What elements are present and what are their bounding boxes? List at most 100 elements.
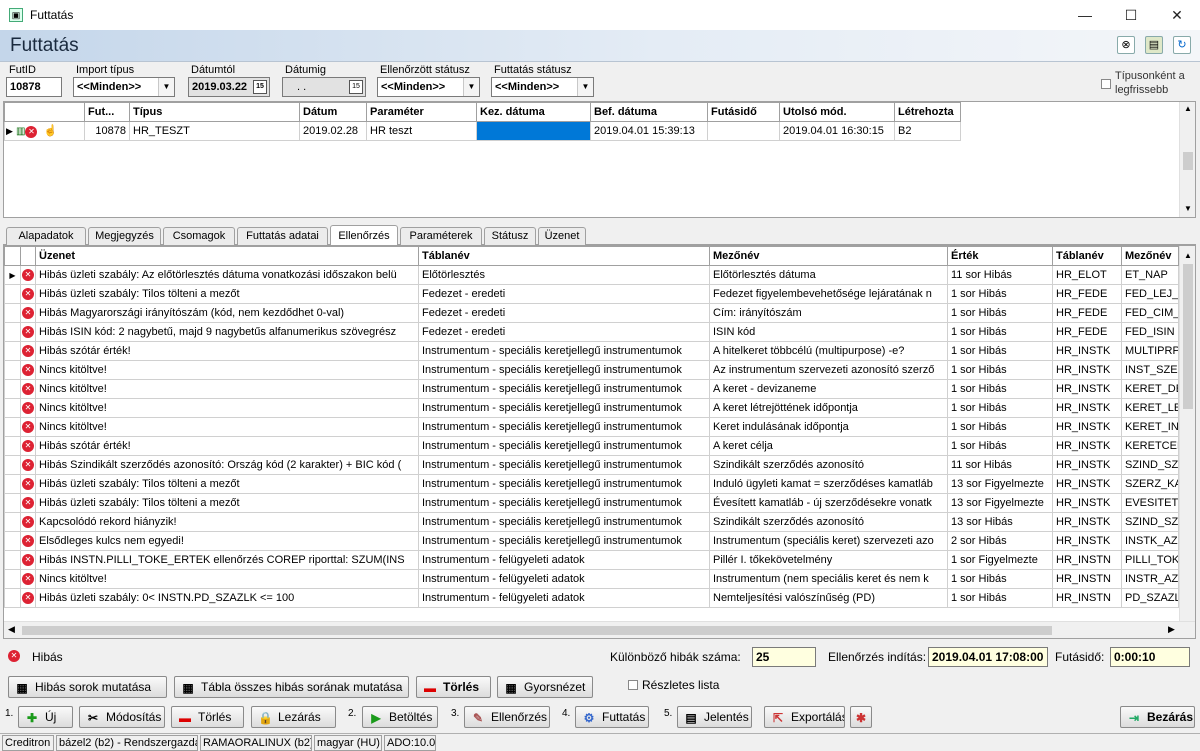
column-header[interactable]: Kez. dátuma (476, 102, 591, 122)
column-header[interactable]: Mezőnév (1121, 246, 1179, 266)
tab-statusz[interactable]: Státusz (484, 227, 536, 245)
table-row[interactable]: ✕ Hibás ISIN kód: 2 nagybetű, majd 9 nagy… (4, 322, 1179, 342)
load-button[interactable]: ▶ Betöltés (362, 706, 438, 728)
selected-cell[interactable] (476, 121, 591, 141)
vertical-scrollbar[interactable]: ▲ (1179, 246, 1195, 621)
report-button[interactable]: ▤ Jelentés (677, 706, 752, 728)
row-selector[interactable] (4, 379, 21, 399)
close-button[interactable]: ✕ (1154, 0, 1200, 30)
scroll-up-icon[interactable]: ▲ (1184, 104, 1192, 113)
table-row[interactable]: ✕ Nincs kitöltve! Instrumentum - speciális… (4, 398, 1179, 418)
row-selector[interactable] (4, 417, 21, 437)
column-header[interactable]: Típus (129, 102, 300, 122)
tab-csomagok[interactable]: Csomagok (163, 227, 235, 245)
scroll-thumb[interactable] (1183, 264, 1193, 409)
row-selector[interactable] (4, 303, 21, 323)
tab-futtatas-adatai[interactable]: Futtatás adatai (237, 227, 328, 245)
column-header[interactable]: Mezőnév (709, 246, 948, 266)
column-header[interactable]: Utolsó mód. (779, 102, 895, 122)
row-selector[interactable] (4, 284, 21, 304)
horizontal-scrollbar[interactable]: ◀ ▶ (4, 621, 1195, 638)
scroll-left-icon[interactable]: ◀ (8, 624, 15, 635)
scroll-right-icon[interactable]: ▶ (1168, 624, 1175, 635)
maximize-button[interactable]: ☐ (1108, 0, 1154, 30)
tab-parameterek[interactable]: Paraméterek (400, 227, 482, 245)
table-row[interactable]: ✕ Kapcsolódó rekord hiányzik! Instrumentum… (4, 512, 1179, 532)
futid-input[interactable]: 10878 (6, 77, 62, 97)
calendar-icon[interactable]: 15 (253, 80, 267, 94)
check-button[interactable]: ✎ Ellenőrzés (464, 706, 550, 728)
table-row[interactable]: ▶ ▥ ✕ ☝ 10878 HR_TESZT 2019.02.28 HR tesz… (4, 121, 961, 141)
row-selector[interactable] (4, 531, 21, 551)
tab-alapadatok[interactable]: Alapadatok (6, 227, 86, 245)
row-selector[interactable] (4, 436, 21, 456)
reszletes-checkbox[interactable] (628, 680, 638, 690)
delete-button[interactable]: ▬ Törlés (171, 706, 244, 728)
row-selector[interactable]: ▶ (4, 265, 21, 285)
column-header[interactable]: Paraméter (366, 102, 477, 122)
tab-uzenet[interactable]: Üzenet (538, 227, 586, 245)
column-header[interactable]: Bef. dátuma (590, 102, 708, 122)
table-row[interactable]: ✕ Hibás üzleti szabály: 0< INSTN.PD_SZAZL… (4, 588, 1179, 608)
torles-button[interactable]: ▬ Törlés (416, 676, 491, 698)
scroll-thumb[interactable] (22, 626, 1052, 635)
row-selector[interactable] (4, 341, 21, 361)
modify-button[interactable]: ✂ Módosítás (79, 706, 165, 728)
column-header[interactable]: Üzenet (35, 246, 419, 266)
vertical-scrollbar[interactable]: ▲ ▼ (1179, 102, 1195, 217)
tab-ellenorzes[interactable]: Ellenőrzés (330, 225, 398, 246)
table-row[interactable]: ✕ Nincs kitöltve! Instrumentum - felügyele… (4, 569, 1179, 589)
row-selector[interactable] (4, 398, 21, 418)
table-row[interactable]: ✕ Nincs kitöltve! Instrumentum - speciális… (4, 360, 1179, 380)
table-row[interactable]: ✕ Hibás szótár érték! Instrumentum - speci… (4, 436, 1179, 456)
clipboard-icon[interactable]: ▤ (1145, 36, 1163, 54)
table-row[interactable]: ✕ Hibás üzleti szabály: Tilos tölteni a m… (4, 493, 1179, 513)
print-icon[interactable]: ⊗ (1117, 36, 1135, 54)
new-button[interactable]: ✚ Új (18, 706, 73, 728)
table-row[interactable]: ✕ Nincs kitöltve! Instrumentum - speciális… (4, 379, 1179, 399)
row-selector[interactable] (4, 474, 21, 494)
import-tipus-select[interactable]: <<Minden>> ▼ (73, 77, 175, 97)
column-header[interactable]: Táblanév (1052, 246, 1122, 266)
table-row[interactable]: ✕ Hibás Szindikált szerződés azonosító: O… (4, 455, 1179, 475)
table-row[interactable]: ✕ Hibás üzleti szabály: Tilos tölteni a m… (4, 474, 1179, 494)
scroll-thumb[interactable] (1183, 152, 1193, 170)
column-header[interactable]: Létrehozta (894, 102, 961, 122)
close-run-button[interactable]: 🔒 Lezárás (251, 706, 336, 728)
calendar-icon[interactable]: 15 (349, 80, 363, 94)
column-header[interactable]: Futásidő (707, 102, 780, 122)
ellenorzott-select[interactable]: <<Minden>> ▼ (377, 77, 480, 97)
table-row[interactable]: ▶ ✕ Hibás üzleti szabály: Az előtörlesztés… (4, 265, 1179, 285)
hibas-sorok-button[interactable]: ▦ Hibás sorok mutatása (8, 676, 167, 698)
tabla-osszes-button[interactable]: ▦ Tábla összes hibás sorának mutatása (174, 676, 409, 698)
row-selector[interactable] (4, 493, 21, 513)
gyorsnezet-button[interactable]: ▦ Gyorsnézet (497, 676, 593, 698)
row-selector[interactable] (4, 360, 21, 380)
row-selector[interactable] (4, 569, 21, 589)
table-row[interactable]: ✕ Elsődleges kulcs nem egyedi! Instrumentu… (4, 531, 1179, 551)
row-selector[interactable] (4, 550, 21, 570)
row-selector[interactable] (4, 455, 21, 475)
row-selector[interactable] (4, 588, 21, 608)
table-row[interactable]: ✕ Hibás üzleti szabály: Tilos tölteni a m… (4, 284, 1179, 304)
tab-megjegyzes[interactable]: Megjegyzés (88, 227, 161, 245)
bug-button[interactable]: ✱ (850, 706, 872, 728)
tipusonkent-checkbox[interactable] (1101, 79, 1111, 89)
datumtol-input[interactable]: 2019.03.22 15 (188, 77, 270, 97)
table-row[interactable]: ✕ Hibás szótár érték! Instrumentum - speci… (4, 341, 1179, 361)
column-header[interactable]: Fut... (84, 102, 130, 122)
export-button[interactable]: ⇱ Exportálás (764, 706, 845, 728)
scroll-up-icon[interactable]: ▲ (1184, 251, 1192, 260)
scroll-down-icon[interactable]: ▼ (1184, 204, 1192, 213)
row-selector[interactable] (4, 322, 21, 342)
run-button[interactable]: ⚙ Futtatás (575, 706, 649, 728)
column-header[interactable]: Dátum (299, 102, 367, 122)
minimize-button[interactable]: — (1062, 0, 1108, 30)
column-header[interactable]: Táblanév (418, 246, 710, 266)
row-selector[interactable] (4, 512, 21, 532)
column-header[interactable]: Érték (947, 246, 1053, 266)
datumig-input[interactable]: . . 15 (282, 77, 366, 97)
futtatas-statusz-select[interactable]: <<Minden>> ▼ (491, 77, 594, 97)
table-row[interactable]: ✕ Hibás INSTN.PILLI_TOKE_ERTEK ellenőrzés… (4, 550, 1179, 570)
exit-button[interactable]: ⇥ Bezárás (1120, 706, 1195, 728)
